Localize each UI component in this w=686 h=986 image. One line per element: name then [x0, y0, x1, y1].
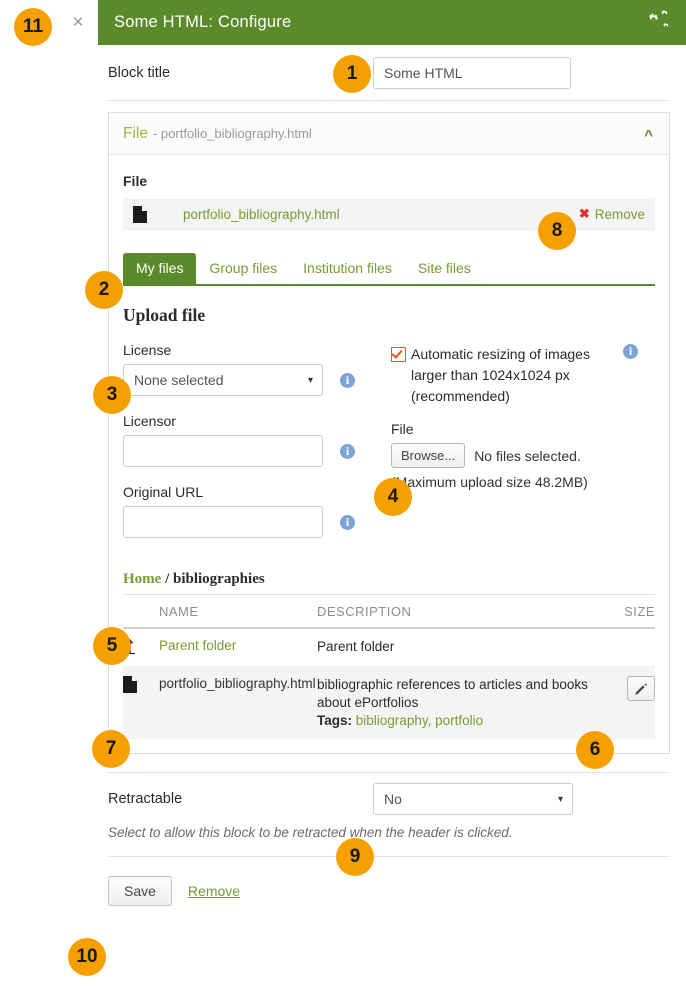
x-icon: ✖ — [578, 206, 590, 221]
file-description-cell: bibliographic references to articles and… — [317, 666, 625, 739]
callout-badge-10: 10 — [68, 938, 106, 976]
block-title-row: Block title — [108, 45, 670, 101]
configure-dialog: × Some HTML: Configure — [58, 0, 686, 45]
breadcrumb-home[interactable]: Home — [123, 571, 161, 587]
form-actions: Save Remove — [108, 857, 670, 906]
file-name-cell[interactable]: portfolio_bibliography.html — [159, 666, 317, 739]
callout-badge-5: 5 — [93, 627, 131, 665]
breadcrumb-separator: / — [165, 571, 170, 587]
file-description-text: bibliographic references to articles and… — [317, 677, 588, 710]
upload-file-heading: Upload file — [123, 305, 206, 325]
callout-badge-3: 3 — [93, 376, 131, 414]
pencil-icon[interactable] — [627, 676, 655, 701]
parent-folder-size — [624, 628, 655, 667]
save-button[interactable]: Save — [108, 876, 172, 906]
table-row[interactable]: Parent folder Parent folder — [123, 628, 655, 667]
file-size-cell — [624, 666, 655, 739]
licensor-input[interactable] — [123, 435, 323, 467]
file-panel-header[interactable]: File - portfolio_bibliography.html ^ — [109, 113, 669, 155]
no-files-selected-text: No files selected. — [474, 447, 581, 464]
block-title-input[interactable] — [373, 56, 571, 89]
retractable-label: Retractable — [108, 791, 183, 807]
callout-badge-4: 4 — [374, 478, 412, 516]
file-icon-cell — [123, 666, 159, 739]
file-source-tabs: My files Group files Institution files S… — [123, 253, 655, 286]
column-description[interactable]: DESCRIPTION — [317, 595, 625, 629]
tab-institution-files[interactable]: Institution files — [290, 253, 405, 284]
auto-resize-row: Automatic resizing of images larger than… — [391, 344, 649, 407]
upload-left-column: License None selected ▾ i Licensor i Ori… — [123, 342, 391, 555]
file-section-label: File — [123, 173, 148, 189]
table-header-row: NAME DESCRIPTION SIZE — [123, 595, 655, 629]
original-url-input[interactable] — [123, 506, 323, 538]
column-size[interactable]: SIZE — [624, 595, 655, 629]
close-icon[interactable]: × — [58, 0, 98, 45]
retractable-row: Retractable No ▾ — [108, 772, 670, 825]
callout-badge-2: 2 — [85, 271, 123, 309]
auto-resize-info-icon[interactable]: i — [623, 344, 638, 359]
chevron-down-icon: ▾ — [307, 374, 313, 386]
retractable-help-text: Select to allow this block to be retract… — [108, 825, 670, 857]
license-label: License — [123, 342, 172, 358]
original-url-info-icon[interactable]: i — [340, 514, 355, 530]
licensor-info-icon[interactable]: i — [340, 443, 355, 459]
auto-resize-label: Automatic resizing of images larger than… — [411, 346, 590, 404]
tags-label: Tags: — [317, 713, 353, 728]
tags-value[interactable]: bibliography, portfolio — [356, 713, 483, 728]
file-list-table: NAME DESCRIPTION SIZE Parent folder Pare… — [123, 595, 655, 739]
tab-my-files[interactable]: My files — [123, 253, 197, 284]
chevron-up-icon[interactable]: ^ — [644, 127, 653, 144]
browse-row: Browse... No files selected. — [391, 443, 649, 468]
remove-file-label: Remove — [594, 206, 645, 222]
dialog-titlebar: × Some HTML: Configure — [58, 0, 686, 45]
gears-icon[interactable] — [642, 9, 672, 37]
original-url-field: Original URL i — [123, 484, 391, 538]
license-value: None selected — [134, 372, 224, 388]
document-icon — [133, 206, 147, 223]
licensor-field: Licensor i — [123, 413, 391, 467]
file-chooser-panel: File - portfolio_bibliography.html ^ Fil… — [108, 112, 670, 754]
license-field: License None selected ▾ i — [123, 342, 391, 396]
file-panel-title: File — [123, 124, 148, 142]
max-upload-size-text: (Maximum upload size 48.2MB) — [391, 474, 588, 490]
column-name[interactable]: NAME — [159, 595, 317, 629]
callout-badge-7: 7 — [92, 730, 130, 768]
remove-block-link[interactable]: Remove — [188, 883, 240, 899]
file-panel-body: File portfolio_bibliography.html ✖ Remov… — [109, 155, 669, 286]
tab-site-files[interactable]: Site files — [405, 253, 484, 284]
retractable-select[interactable]: No ▾ — [373, 783, 573, 815]
column-icon — [123, 595, 159, 629]
parent-folder-link[interactable]: Parent folder — [159, 638, 236, 653]
callout-badge-11: 11 — [14, 8, 52, 46]
tab-group-files[interactable]: Group files — [196, 253, 290, 284]
upload-file-label: File — [391, 421, 414, 437]
breadcrumb-current: bibliographies — [173, 571, 265, 587]
callout-badge-9: 9 — [336, 838, 374, 876]
remove-file-button[interactable]: ✖ Remove — [579, 206, 645, 222]
callout-badge-8: 8 — [538, 212, 576, 250]
document-icon — [123, 676, 137, 693]
upload-columns: License None selected ▾ i Licensor i Ori… — [109, 342, 669, 555]
retractable-value: No — [384, 791, 402, 807]
license-info-icon[interactable]: i — [340, 372, 355, 388]
browse-button[interactable]: Browse... — [391, 443, 466, 468]
auto-resize-checkbox[interactable] — [391, 347, 406, 362]
original-url-label: Original URL — [123, 484, 204, 500]
callout-badge-6: 6 — [576, 731, 614, 769]
chevron-down-icon: ▾ — [557, 793, 563, 805]
table-row[interactable]: portfolio_bibliography.html bibliographi… — [123, 666, 655, 739]
parent-folder-description: Parent folder — [317, 628, 625, 667]
callout-badge-1: 1 — [333, 55, 371, 93]
dialog-title: Some HTML: Configure — [114, 13, 292, 31]
breadcrumb: Home / bibliographies — [123, 571, 655, 595]
parent-folder-name: Parent folder — [159, 628, 317, 667]
selected-file-name[interactable]: portfolio_bibliography.html — [183, 207, 340, 222]
file-panel-subtitle: - portfolio_bibliography.html — [152, 126, 312, 141]
configure-form: Block title File - portfolio_bibliograph… — [108, 45, 670, 906]
upload-right-column: Automatic resizing of images larger than… — [391, 342, 649, 555]
licensor-label: Licensor — [123, 413, 176, 429]
license-select[interactable]: None selected ▾ — [123, 364, 323, 396]
